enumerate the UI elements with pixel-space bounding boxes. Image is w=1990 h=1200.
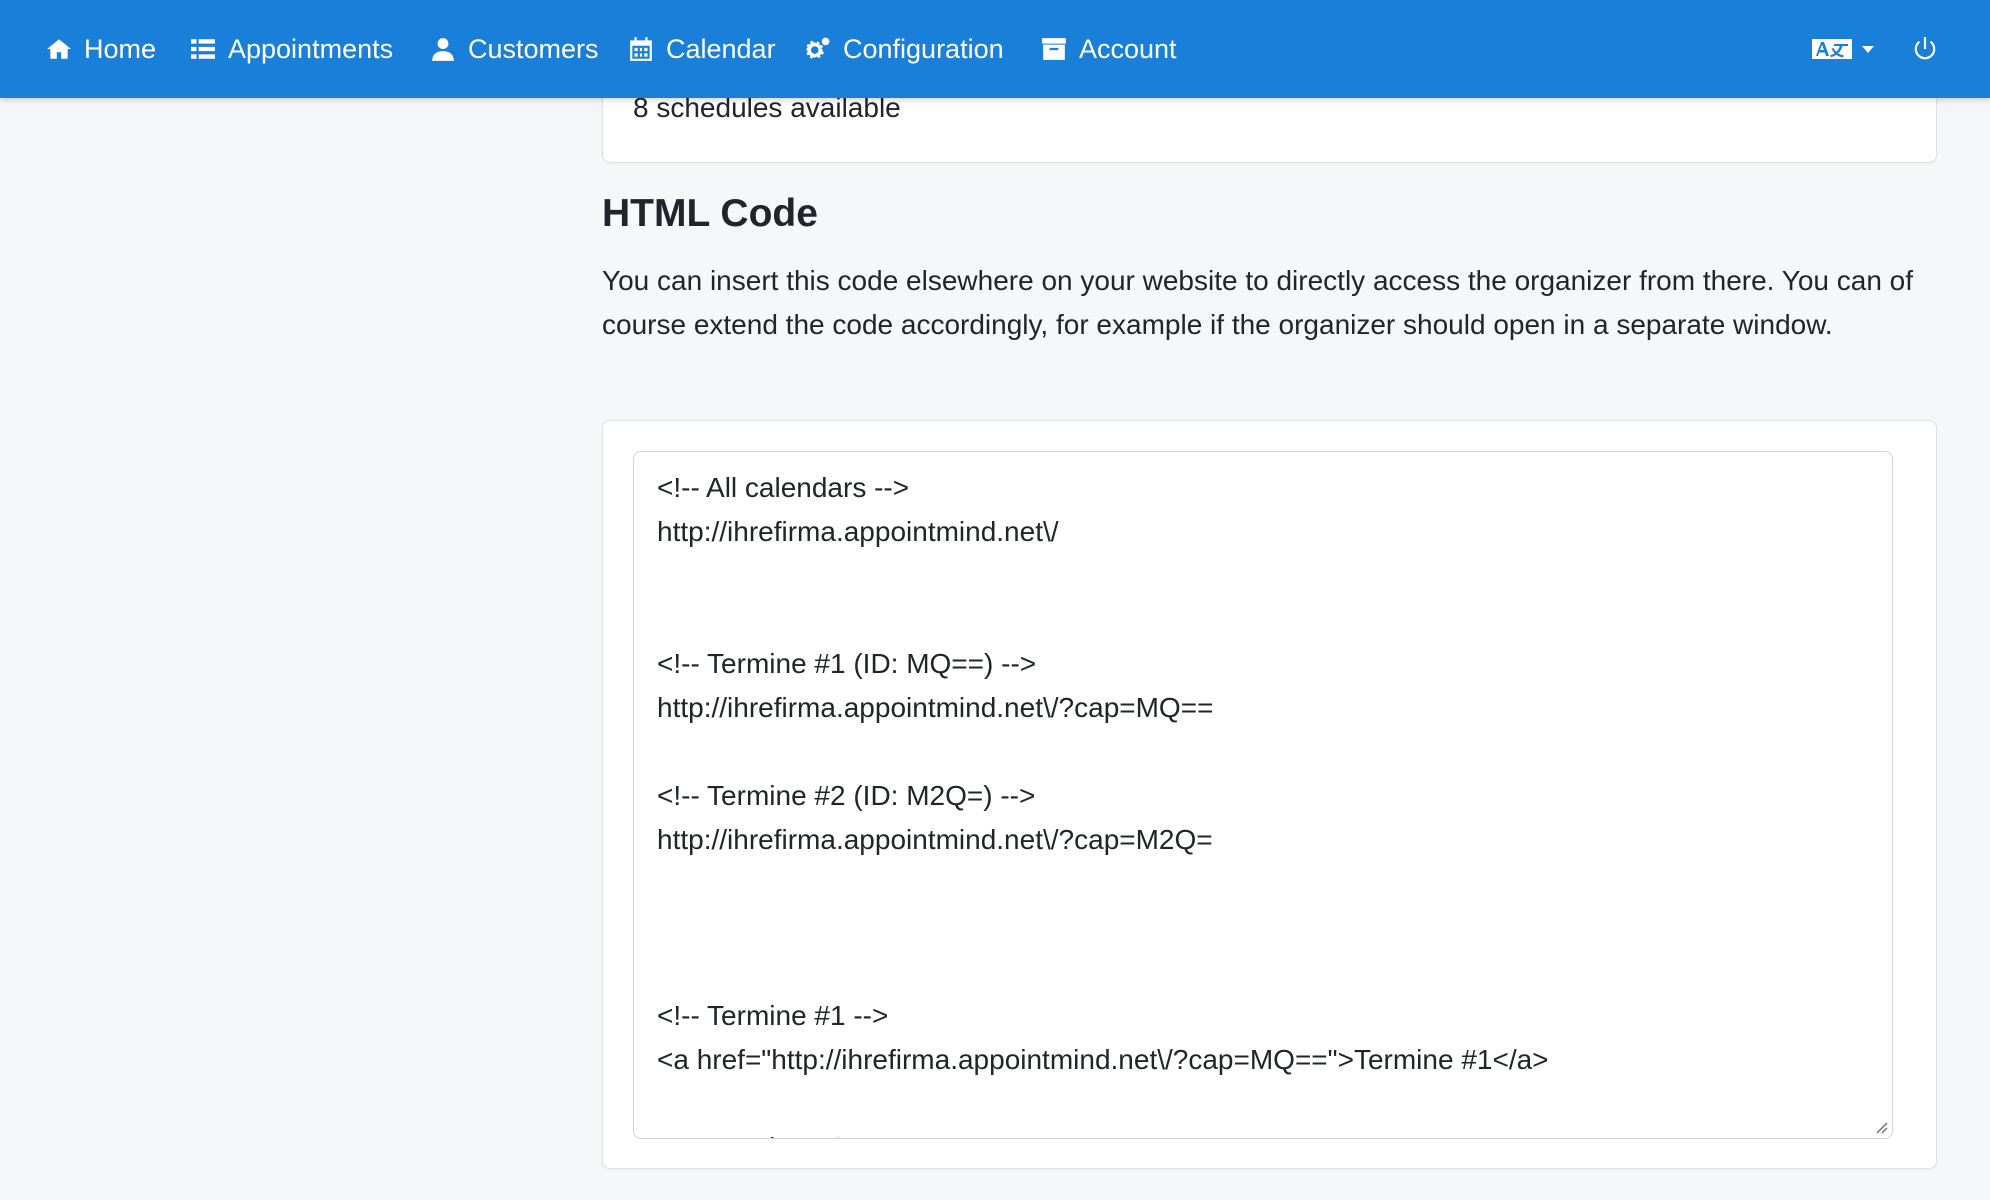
nav-customers[interactable]: Customers — [430, 0, 599, 98]
power-icon — [1914, 37, 1936, 60]
nav-calendar-label: Calendar — [666, 33, 776, 64]
section-description: You can insert this code elsewhere on yo… — [602, 265, 1914, 340]
chevron-down-icon — [1862, 45, 1874, 53]
calendar-icon — [630, 37, 652, 61]
resize-handle-icon[interactable] — [1872, 1118, 1888, 1134]
list-icon — [191, 39, 215, 59]
nav-account-label: Account — [1079, 33, 1177, 64]
nav-customers-label: Customers — [468, 33, 599, 64]
nav-appointments[interactable]: Appointments — [190, 0, 393, 98]
language-icon — [1812, 39, 1852, 59]
code-line: <!-- All calendars --> — [657, 472, 910, 503]
nav-configuration-label: Configuration — [843, 33, 1004, 64]
logout-button[interactable] — [1912, 0, 1938, 98]
gears-icon — [806, 37, 830, 59]
code-textarea[interactable]: <!-- All calendars --> http://ihrefirma.a… — [633, 451, 1893, 1139]
user-icon — [432, 38, 454, 61]
nav-calendar[interactable]: Calendar — [628, 0, 776, 98]
code-line: http://ihrefirma.appointmind.net\/ — [657, 516, 1059, 547]
code-lines: <!-- All calendars --> http://ihrefirma.a… — [657, 466, 1869, 1138]
page-title: HTML Code — [602, 192, 818, 235]
home-icon — [47, 39, 71, 59]
code-line: <!-- Termine #1 (ID: MQ==) --> — [657, 648, 1037, 679]
top-navbar: Home Appointments Customers Calendar Con… — [0, 0, 1990, 98]
code-line: <!-- Termine #2 (ID: M2Q=) --> — [657, 780, 1036, 811]
archive-icon — [1042, 38, 1066, 60]
language-dropdown[interactable] — [1812, 0, 1874, 98]
code-line: <!-- Termine #1 --> — [657, 1000, 889, 1031]
code-line: <a href="http://ihrefirma.appointmind.ne… — [657, 1044, 1549, 1075]
code-line: <!-- Termine #2 --> — [657, 1126, 1869, 1138]
nav-home[interactable]: Home — [46, 0, 156, 98]
nav-configuration[interactable]: Configuration — [805, 0, 1004, 98]
nav-home-label: Home — [84, 33, 157, 64]
code-line: http://ihrefirma.appointmind.net\/?cap=M… — [657, 692, 1214, 723]
code-line: http://ihrefirma.appointmind.net\/?cap=M… — [657, 824, 1213, 855]
nav-account[interactable]: Account — [1041, 0, 1177, 98]
nav-appointments-label: Appointments — [228, 33, 394, 64]
